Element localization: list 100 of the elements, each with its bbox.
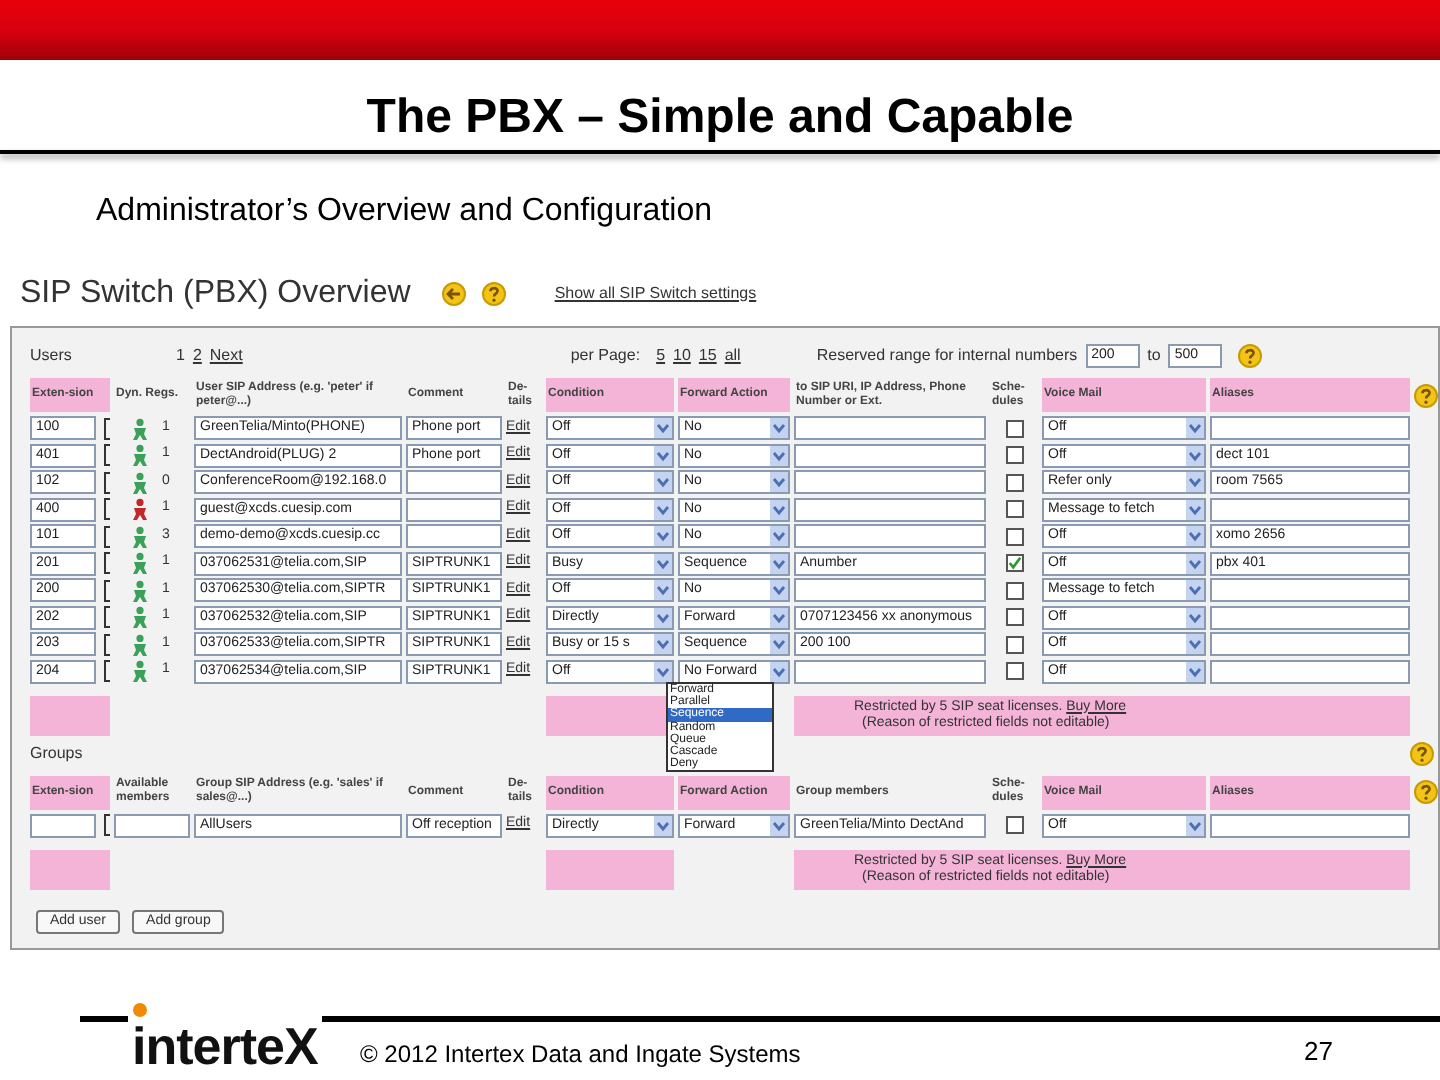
help-icon[interactable] (1414, 383, 1438, 407)
per-page-link[interactable]: 15 (698, 344, 717, 368)
chevron-icon (654, 661, 672, 681)
reserved-range-label: Reserved range for internal numbers (816, 344, 1078, 368)
page-link[interactable]: 1 (176, 344, 185, 368)
page-link[interactable]: 2 (192, 344, 202, 368)
row-marker (104, 579, 110, 601)
chevron-icon (1186, 815, 1204, 835)
checkbox[interactable] (1005, 635, 1023, 653)
checkbox[interactable] (1005, 473, 1023, 491)
per-page-link[interactable]: 5 (656, 344, 666, 368)
chevron-icon (1186, 472, 1204, 492)
chevron-icon (770, 526, 788, 546)
per-page-link[interactable]: all (724, 344, 741, 368)
back-arrow-icon[interactable] (442, 281, 467, 305)
input-field[interactable] (794, 470, 986, 494)
checkbox[interactable] (1005, 446, 1023, 464)
input-field[interactable] (1210, 416, 1410, 440)
copyright-text: © 2012 Intertex Data and Ingate Systems (360, 1038, 801, 1072)
chevron-icon (1186, 553, 1204, 573)
input-field[interactable] (1210, 659, 1410, 683)
chevron-icon (1186, 580, 1204, 600)
input-field[interactable] (1210, 605, 1410, 629)
help-icon[interactable] (1238, 344, 1263, 368)
help-icon[interactable] (482, 281, 507, 305)
input-field[interactable] (794, 443, 986, 467)
chevron-icon (654, 499, 672, 519)
chevron-icon (654, 580, 672, 600)
logo-dot-icon (132, 1002, 148, 1018)
row-marker (104, 471, 110, 493)
row-marker (104, 525, 110, 547)
range-to-label: to (1147, 344, 1161, 368)
row-marker (104, 606, 110, 628)
slide-title: The PBX – Simple and Capable (366, 90, 1074, 146)
chevron-icon (1186, 499, 1204, 519)
checkbox[interactable] (1005, 608, 1023, 626)
row-marker (104, 498, 110, 520)
input-field[interactable] (1210, 497, 1410, 521)
chevron-icon (654, 553, 672, 573)
settings-link[interactable]: Show all SIP Switch settings (554, 281, 757, 305)
chevron-icon (654, 526, 672, 546)
chevron-icon (770, 580, 788, 600)
input-field[interactable] (406, 470, 502, 494)
chevron-icon (770, 607, 788, 627)
checkmark-icon (1007, 556, 1021, 570)
chevron-icon (1186, 661, 1204, 681)
chevron-icon (1186, 418, 1204, 438)
checkbox[interactable] (1005, 527, 1023, 545)
input-field[interactable] (1210, 632, 1410, 656)
per-page-label: per Page: (570, 344, 641, 368)
row-marker (104, 660, 110, 682)
app-title: SIP Switch (PBX) Overview (20, 273, 411, 313)
section-heading: Groups (30, 741, 83, 765)
row-marker (104, 444, 110, 466)
input-field[interactable] (794, 659, 986, 683)
help-icon[interactable] (1410, 741, 1434, 765)
input-field[interactable] (406, 524, 502, 548)
chevron-icon (654, 472, 672, 492)
checkbox[interactable] (1005, 554, 1023, 572)
input-field[interactable] (30, 813, 96, 837)
checkbox[interactable] (1005, 419, 1023, 437)
shaded-cell (546, 849, 674, 889)
section-heading: Users (30, 344, 74, 368)
chevron-icon (1186, 607, 1204, 627)
shaded-cell (30, 849, 110, 889)
chevron-icon (770, 499, 788, 519)
chevron-icon (654, 607, 672, 627)
checkbox[interactable] (1005, 662, 1023, 680)
chevron-icon (654, 815, 672, 835)
chevron-icon (770, 634, 788, 654)
input-field[interactable] (794, 416, 986, 440)
chevron-icon (654, 634, 672, 654)
slide-subtitle: Administrator’s Overview and Configuration (96, 191, 712, 231)
page-link[interactable]: Next (209, 344, 243, 368)
chevron-icon (1186, 526, 1204, 546)
chevron-icon (770, 418, 788, 438)
help-icon[interactable] (1414, 780, 1438, 804)
per-page-link[interactable]: 10 (673, 344, 691, 368)
input-field[interactable] (1210, 578, 1410, 602)
chevron-icon (770, 553, 788, 573)
input-field[interactable] (406, 497, 502, 521)
row-marker (104, 552, 110, 574)
input-field[interactable] (794, 578, 986, 602)
chevron-icon (1186, 634, 1204, 654)
input-field[interactable] (794, 497, 986, 521)
input-field[interactable] (114, 813, 190, 837)
chevron-icon (770, 445, 788, 465)
row-marker (104, 814, 110, 836)
input-field[interactable] (794, 524, 986, 548)
checkbox[interactable] (1005, 581, 1023, 599)
chevron-icon (770, 661, 788, 681)
input-field[interactable] (1210, 813, 1410, 837)
row-marker (104, 633, 110, 655)
row-marker (104, 417, 110, 439)
chevron-icon (1186, 445, 1204, 465)
chevron-icon (770, 815, 788, 835)
checkbox[interactable] (1005, 816, 1023, 834)
checkbox[interactable] (1005, 500, 1023, 518)
shaded-cell (30, 695, 110, 735)
chevron-icon (654, 418, 672, 438)
